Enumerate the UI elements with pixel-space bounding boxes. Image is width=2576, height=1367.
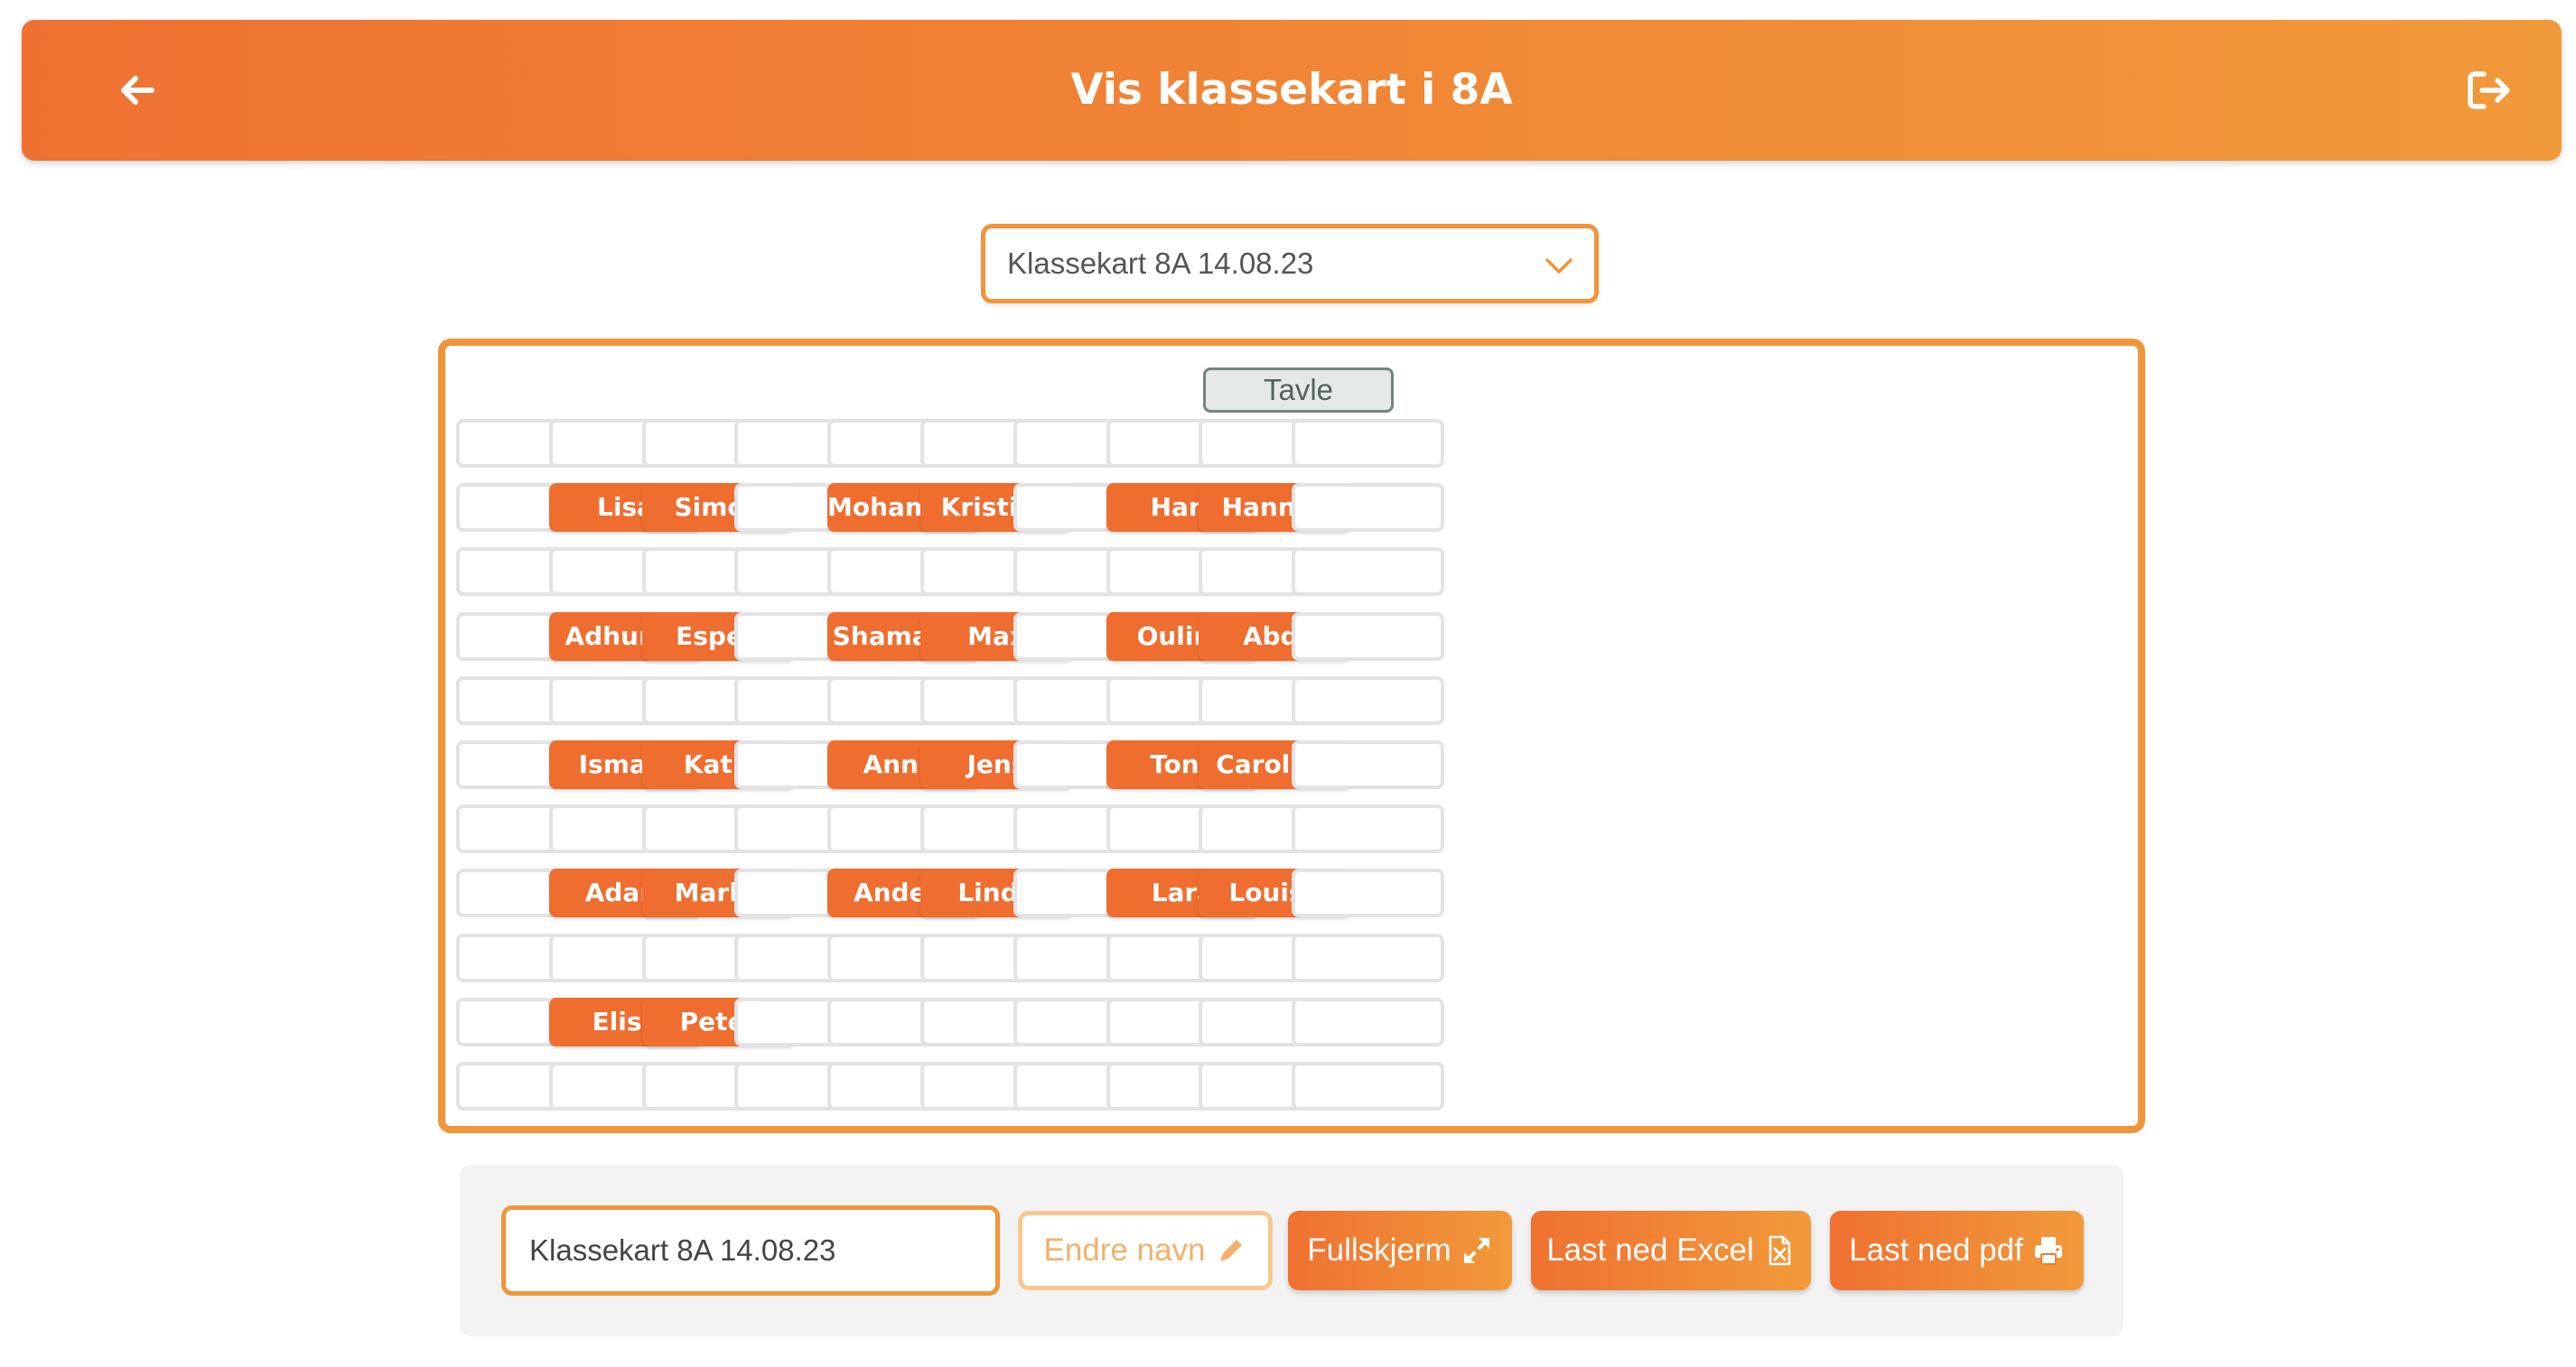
chart-name-input[interactable]	[501, 1205, 1000, 1296]
classroom-map: Lisa Simon Mohammed Kristine Hani Hannes Adhur…	[438, 339, 2145, 1133]
download-excel-button-label: Last ned Excel	[1546, 1232, 1754, 1268]
empty-seat[interactable]	[1292, 740, 1444, 789]
empty-seat[interactable]	[1292, 998, 1444, 1046]
logout-icon	[2468, 71, 2510, 109]
printer-icon	[2034, 1237, 2062, 1265]
rename-button-label: Endre navn	[1043, 1232, 1206, 1268]
app-header: Vis klassekart i 8A	[22, 20, 2562, 161]
logout-button[interactable]	[2462, 63, 2516, 117]
seating-chart-select[interactable]: Klassekart 8A 14.08.23	[981, 224, 1599, 303]
empty-seat[interactable]	[1292, 483, 1444, 532]
download-pdf-button-label: Last ned pdf	[1849, 1232, 2023, 1268]
rename-button[interactable]: Endre navn	[1018, 1211, 1273, 1290]
empty-seat[interactable]	[1292, 612, 1444, 661]
page-title: Vis klassekart i 8A	[1070, 65, 1513, 115]
empty-seat[interactable]	[1292, 419, 1444, 468]
empty-seat[interactable]	[1292, 547, 1444, 596]
download-pdf-button[interactable]: Last ned pdf	[1830, 1211, 2084, 1290]
board-label: Tavle	[1203, 367, 1394, 413]
seating-chart-select-value: Klassekart 8A 14.08.23	[1007, 246, 1314, 280]
empty-seat[interactable]	[1292, 869, 1444, 917]
expand-icon	[1463, 1238, 1489, 1263]
fullscreen-button-label: Fullskjerm	[1307, 1232, 1451, 1268]
chevron-down-icon	[1545, 258, 1573, 274]
download-excel-button[interactable]: Last ned Excel	[1531, 1211, 1811, 1290]
chart-toolbar: Endre navn Fullskjerm Last ned Excel Las…	[460, 1165, 2123, 1336]
seat-grid: Lisa Simon Mohammed Kristine Hani Hannes Adhur…	[445, 346, 2138, 1126]
fullscreen-button[interactable]: Fullskjerm	[1288, 1211, 1512, 1290]
empty-seat[interactable]	[1292, 804, 1444, 853]
empty-seat[interactable]	[1292, 1062, 1444, 1111]
empty-seat[interactable]	[1292, 934, 1444, 982]
excel-file-icon	[1769, 1235, 1791, 1266]
empty-seat[interactable]	[1292, 676, 1444, 725]
pencil-icon	[1219, 1240, 1242, 1261]
